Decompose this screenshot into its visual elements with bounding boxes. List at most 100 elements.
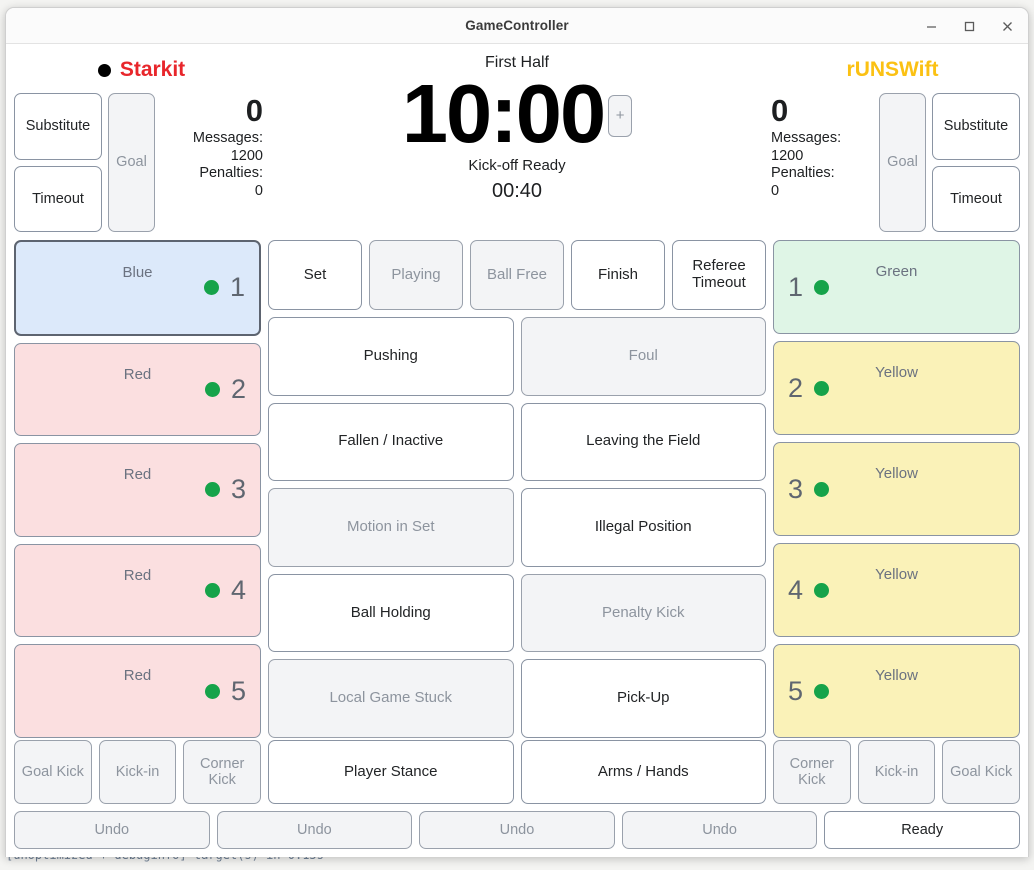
maximize-icon[interactable] <box>958 15 980 37</box>
kick-button-row: Goal Kick Kick-in Corner Kick Player Stanc… <box>14 738 1021 804</box>
window-title: GameController <box>465 18 569 33</box>
ready-button[interactable]: Ready <box>824 811 1020 849</box>
player-card-status: 2 <box>788 374 830 402</box>
title-bar: GameController <box>6 8 1028 44</box>
state-button-set[interactable]: Set <box>268 240 362 310</box>
messages-label-left: Messages: <box>192 129 263 146</box>
player-card-status: 3 <box>788 473 830 504</box>
kick-button-corner-kick-right[interactable]: Corner Kick <box>773 740 851 804</box>
player-number: 1 <box>229 272 245 303</box>
player-status-dot-icon <box>204 583 220 599</box>
penalty-row-5: Local Game Stuck Pick-Up <box>268 659 766 738</box>
sub-timeout-group-right: Substitute Timeout <box>932 93 1020 232</box>
team-name-right: rUNSWift <box>765 50 1020 90</box>
player-card-right-3[interactable]: Yellow 3 <box>773 442 1020 536</box>
team-panel-left: Starkit Substitute Timeout Goal 0 Messag… <box>14 50 269 238</box>
player-status-dot-icon <box>814 582 830 598</box>
penalty-row-3: Motion in Set Illegal Position <box>268 488 766 567</box>
undo-row: Undo Undo Undo Undo Ready <box>14 811 1020 849</box>
player-card-status: 5 <box>788 677 830 705</box>
player-status-dot-icon <box>814 683 830 699</box>
middle-area: Blue 1 Red 2 Red 3 Red 4 Red 5 Set Playing Ball Fre… <box>14 238 1020 738</box>
penalties-label-right: Penalties: <box>771 165 835 182</box>
penalty-row-4: Ball Holding Penalty Kick <box>268 573 766 653</box>
penalty-button-motion-in-set[interactable]: Motion in Set <box>268 488 514 567</box>
player-card-left-1[interactable]: Blue 1 <box>14 240 261 336</box>
kick-button-kick-in-left[interactable]: Kick-in <box>98 740 177 804</box>
undo-button-1[interactable]: Undo <box>14 811 210 849</box>
player-card-left-4[interactable]: Red 4 <box>14 543 261 638</box>
player-status-dot-icon <box>203 280 219 296</box>
state-button-row: Set Playing Ball Free Finish Referee Timeout <box>268 240 766 310</box>
score-left: 0 <box>245 93 263 128</box>
undo-button-4[interactable]: Undo <box>621 811 818 849</box>
player-card-left-2[interactable]: Red 2 <box>14 342 261 437</box>
minimize-icon[interactable] <box>920 15 942 37</box>
kick-group-left: Goal Kick Kick-in Corner Kick <box>14 740 262 804</box>
undo-button-3[interactable]: Undo <box>419 811 615 849</box>
player-card-right-5[interactable]: Yellow 5 <box>773 644 1020 738</box>
player-card-right-2[interactable]: Yellow 2 <box>773 341 1020 435</box>
substitute-button-left[interactable]: Substitute <box>14 93 102 160</box>
messages-value-right: 1200 <box>771 147 804 164</box>
player-card-status: 4 <box>204 577 246 604</box>
penalty-button-pick-up[interactable]: Pick-Up <box>520 659 766 738</box>
player-card-left-3[interactable]: Red 3 <box>14 443 261 537</box>
team-name-label-left: Starkit <box>119 58 186 81</box>
state-button-referee-timeout[interactable]: Referee Timeout <box>672 240 766 310</box>
top-area: Starkit Substitute Timeout Goal 0 Messag… <box>14 50 1020 238</box>
penalty-button-pushing[interactable]: Pushing <box>268 317 514 396</box>
penalty-button-local-game-stuck[interactable]: Local Game Stuck <box>268 659 514 738</box>
team-controls-right: 0 Messages: 1200 Penalties: 0 Goal Subst… <box>765 90 1020 238</box>
penalty-button-leaving-the-field[interactable]: Leaving the Field <box>520 402 766 482</box>
penalty-button-ball-holding[interactable]: Ball Holding <box>268 573 514 653</box>
kick-button-goal-kick-left[interactable]: Goal Kick <box>14 740 92 804</box>
kick-button-kick-in-right[interactable]: Kick-in <box>857 740 936 804</box>
state-button-ball-free[interactable]: Ball Free <box>470 240 564 310</box>
penalty-button-illegal-position[interactable]: Illegal Position <box>520 488 766 567</box>
state-button-finish[interactable]: Finish <box>571 240 665 310</box>
timeout-button-right[interactable]: Timeout <box>932 165 1020 232</box>
team-name-left: Starkit <box>14 50 269 90</box>
penalty-button-penalty-kick[interactable]: Penalty Kick <box>520 573 766 653</box>
penalties-value-left: 0 <box>254 183 263 200</box>
player-card-status: 3 <box>204 476 246 503</box>
penalty-button-grid: Pushing Foul Fallen / Inactive Leaving the … <box>268 317 766 738</box>
penalty-button-foul[interactable]: Foul <box>520 317 766 396</box>
penalty-row-1: Pushing Foul <box>268 317 766 396</box>
player-number: 3 <box>788 473 804 504</box>
clock-row: 10:00 + <box>402 67 633 161</box>
timeout-button-left[interactable]: Timeout <box>14 165 102 232</box>
state-button-playing[interactable]: Playing <box>369 240 463 310</box>
player-card-status: 1 <box>788 273 830 301</box>
goal-button-left[interactable]: Goal <box>108 93 155 232</box>
penalty-button-player-stance[interactable]: Player Stance <box>268 740 514 804</box>
player-status-dot-icon <box>814 380 830 396</box>
substitute-button-right[interactable]: Substitute <box>932 93 1020 160</box>
player-card-status: 5 <box>204 675 246 706</box>
team-name-label-right: rUNSWift <box>846 58 939 81</box>
add-time-button[interactable]: + <box>608 95 633 138</box>
score-block-right: 0 Messages: 1200 Penalties: 0 <box>765 93 873 232</box>
player-card-right-1[interactable]: Green 1 <box>773 240 1020 334</box>
undo-button-2[interactable]: Undo <box>216 811 413 849</box>
main-clock[interactable]: 10:00 <box>402 67 606 161</box>
kick-button-goal-kick-right[interactable]: Goal Kick <box>942 740 1021 804</box>
messages-value-left: 1200 <box>230 147 263 164</box>
player-card-status: 2 <box>204 375 246 403</box>
player-card-left-5[interactable]: Red 5 <box>14 644 261 738</box>
player-card-right-4[interactable]: Yellow 4 <box>773 543 1020 637</box>
player-list-left: Blue 1 Red 2 Red 3 Red 4 Red 5 <box>14 240 261 738</box>
player-number: 5 <box>230 675 246 706</box>
penalty-button-fallen-inactive[interactable]: Fallen / Inactive <box>268 402 514 482</box>
team-color-dot-left <box>97 63 111 77</box>
kick-center-group: Player Stance Arms / Hands <box>268 740 766 804</box>
center-column: Set Playing Ball Free Finish Referee Timeout… <box>268 240 766 738</box>
penalty-row-2: Fallen / Inactive Leaving the Field <box>268 402 766 482</box>
kick-button-corner-kick-left[interactable]: Corner Kick <box>183 740 262 804</box>
player-status-dot-icon <box>814 481 830 497</box>
close-icon[interactable] <box>996 15 1018 37</box>
goal-button-right[interactable]: Goal <box>879 93 926 232</box>
score-right: 0 <box>771 93 789 128</box>
penalty-button-arms-hands[interactable]: Arms / Hands <box>520 740 766 804</box>
